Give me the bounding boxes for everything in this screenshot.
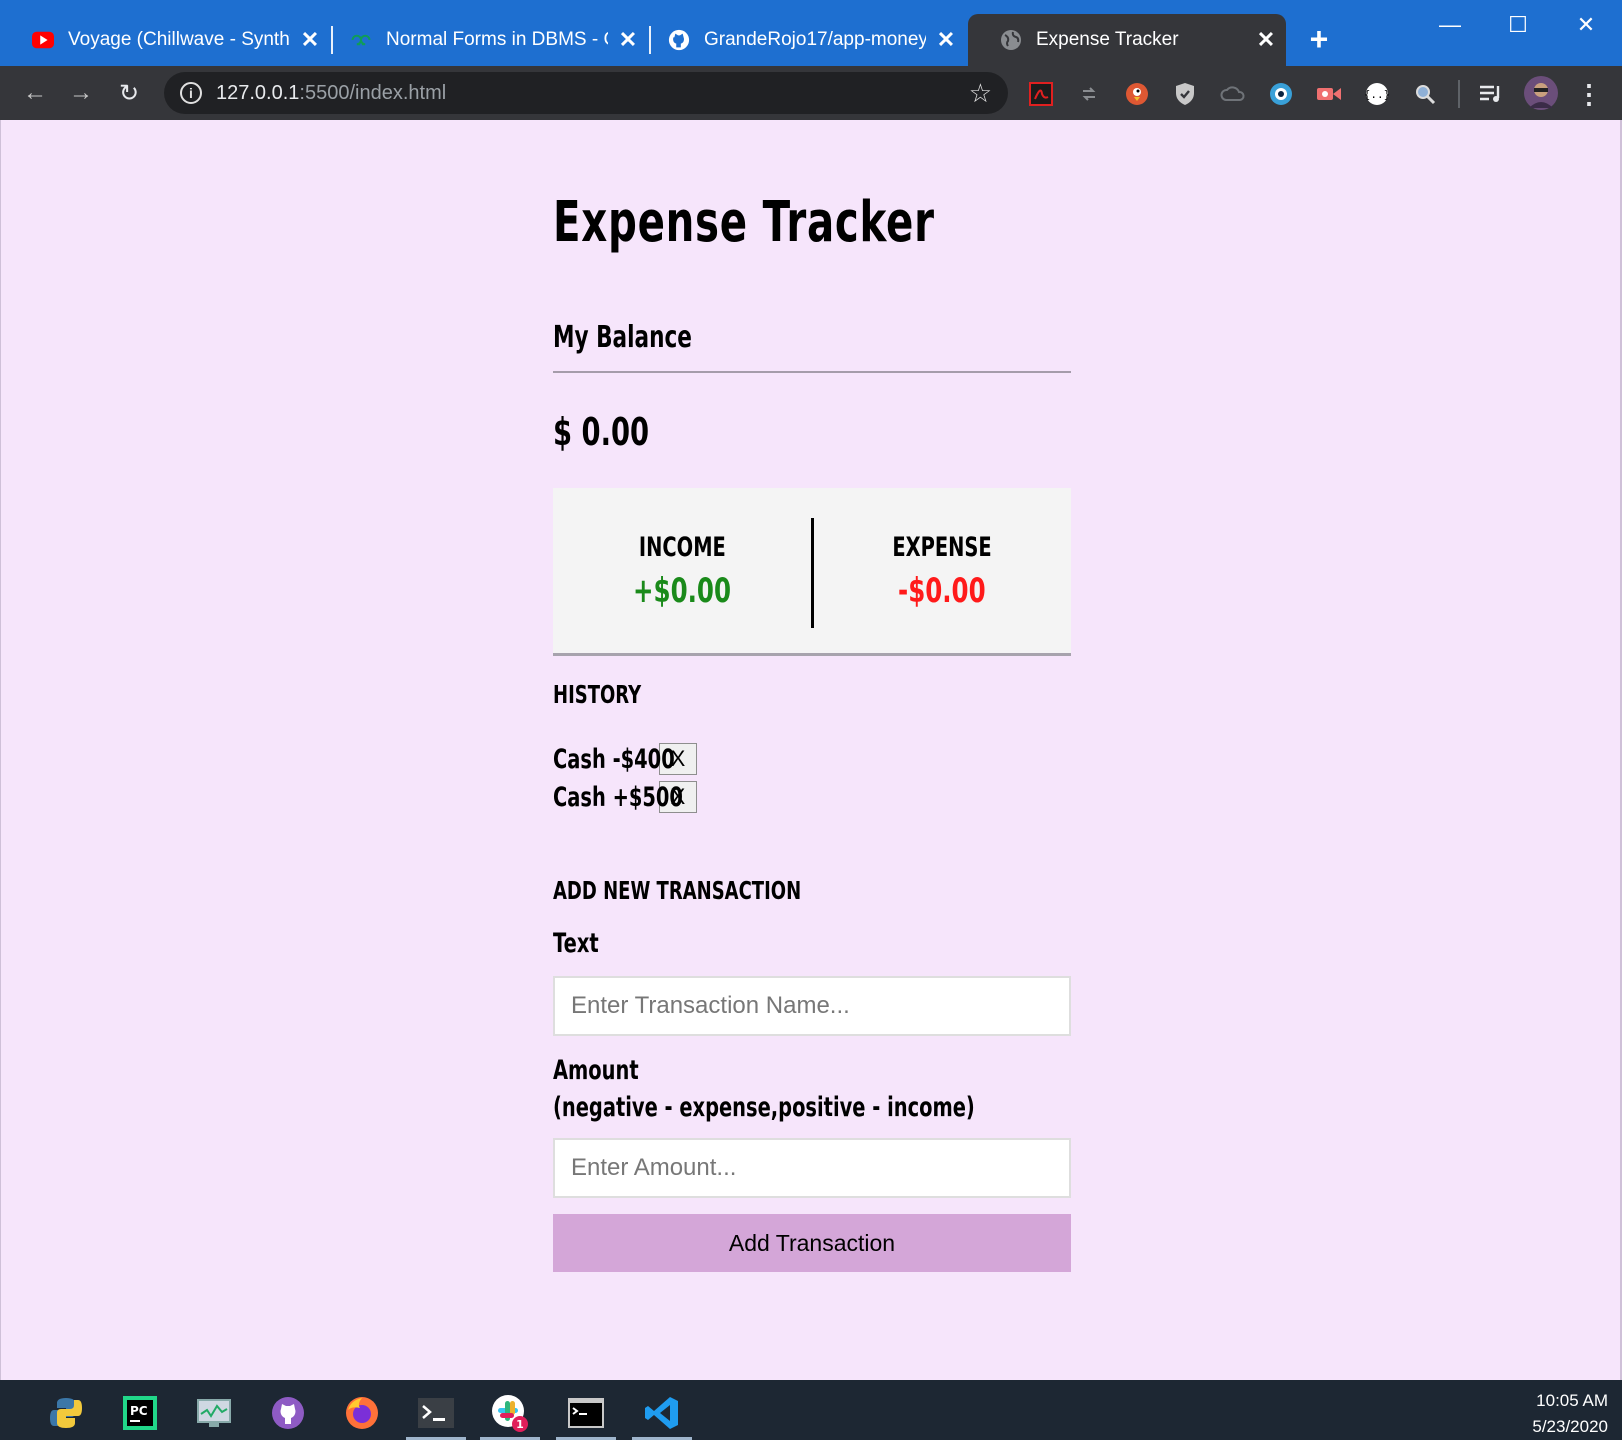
tab-title: Voyage (Chillwave - Synthwave: [68, 29, 290, 50]
income-column: INCOME +$0.00: [553, 532, 812, 611]
site-info-icon[interactable]: i: [180, 82, 202, 104]
tab-title: Expense Tracker: [1036, 29, 1179, 50]
income-value: +$0.00: [633, 571, 732, 611]
shield-icon[interactable]: [1172, 81, 1198, 107]
page-viewport: Expense Tracker My Balance $ 0.00 INCOME…: [0, 120, 1622, 1380]
expense-column: EXPENSE -$0.00: [812, 532, 1071, 611]
close-tab-icon[interactable]: ✕: [934, 27, 958, 52]
browser-tab-strip: Voyage (Chillwave - Synthwave ✕ Normal F…: [0, 0, 1622, 66]
history-heading: HISTORY: [553, 680, 642, 709]
svg-text:{..}: {..}: [1365, 88, 1389, 101]
search-extension-icon[interactable]: [1412, 81, 1438, 107]
svg-text:PC: PC: [130, 1404, 148, 1418]
maximize-icon[interactable]: ☐: [1488, 8, 1548, 42]
duckduckgo-icon[interactable]: [1124, 81, 1150, 107]
add-transaction-button[interactable]: Add Transaction: [553, 1214, 1071, 1272]
toolbar-divider: [1458, 80, 1460, 108]
tab-title: GrandeRojo17/app-money-tracker: [704, 29, 926, 50]
sync-extension-icon[interactable]: [1076, 81, 1102, 107]
amount-hint-text: (negative - expense,positive - income): [553, 1092, 975, 1123]
globe-icon: [1000, 29, 1022, 51]
tab-expense-tracker[interactable]: Expense Tracker ✕: [968, 14, 1286, 66]
amount-input[interactable]: [553, 1138, 1071, 1198]
transaction-text: Cash -$400: [553, 743, 675, 775]
tab-github[interactable]: GrandeRojo17/app-money-tracker ✕: [636, 14, 966, 66]
income-label: INCOME: [639, 532, 726, 563]
pycharm-icon[interactable]: PC: [110, 1386, 170, 1440]
tab-youtube[interactable]: Voyage (Chillwave - Synthwave ✕: [0, 14, 330, 66]
menu-kebab-icon[interactable]: ⋮: [1576, 79, 1602, 109]
eye-extension-icon[interactable]: [1268, 81, 1294, 107]
tab-geeksforgeeks[interactable]: Normal Forms in DBMS - GeeksforGeeks ✕: [318, 14, 648, 66]
command-prompt-icon[interactable]: [556, 1386, 616, 1440]
github-icon: [668, 29, 690, 51]
video-extension-icon[interactable]: [1316, 81, 1342, 107]
back-arrow-icon[interactable]: ←: [18, 76, 52, 110]
pdf-extension-icon[interactable]: [1028, 81, 1054, 107]
clock-time: 10:05 AM: [1536, 1391, 1608, 1410]
youtube-icon: [32, 29, 54, 51]
tab-title: Normal Forms in DBMS - GeeksforGeeks: [386, 29, 608, 50]
expense-label: EXPENSE: [891, 532, 992, 563]
json-extension-icon[interactable]: {..}: [1364, 81, 1390, 107]
list-item: Cash +$500 X: [553, 778, 697, 816]
slack-icon[interactable]: 1: [480, 1386, 540, 1440]
income-expense-summary: INCOME +$0.00 EXPENSE -$0.00: [553, 488, 1071, 656]
text-field-label: Text: [553, 928, 599, 959]
close-tab-icon[interactable]: ✕: [1254, 27, 1278, 52]
transaction-text: Cash +$500: [553, 781, 683, 813]
amount-label-text: Amount: [553, 1055, 639, 1086]
firefox-icon[interactable]: [332, 1386, 392, 1440]
vscode-icon[interactable]: [632, 1386, 692, 1440]
taskbar-clock[interactable]: 10:05 AM 5/23/2020: [1532, 1388, 1608, 1440]
list-item: Cash -$400 X: [553, 740, 697, 778]
transaction-name-input[interactable]: [553, 976, 1071, 1036]
balance-value: $ 0.00: [553, 410, 650, 454]
resource-monitor-icon[interactable]: [184, 1386, 244, 1440]
expense-value: -$0.00: [897, 571, 986, 611]
close-window-icon[interactable]: ✕: [1556, 8, 1616, 42]
url-text: 127.0.0.1:5500/index.html: [216, 82, 446, 105]
forward-arrow-icon[interactable]: →: [64, 76, 98, 110]
github-desktop-icon[interactable]: [258, 1386, 318, 1440]
new-tab-button[interactable]: +: [1302, 22, 1336, 56]
reload-icon[interactable]: ↻: [112, 76, 146, 110]
add-transaction-heading: ADD NEW TRANSACTION: [553, 876, 802, 905]
python-icon[interactable]: [36, 1386, 96, 1440]
divider: [553, 371, 1071, 373]
slack-badge: 1: [516, 1418, 524, 1431]
minimize-icon[interactable]: —: [1420, 8, 1480, 42]
geeksforgeeks-icon: [350, 29, 372, 51]
terminal-icon[interactable]: [406, 1386, 466, 1440]
page-title: Expense Tracker: [553, 190, 935, 255]
cloud-extension-icon[interactable]: [1220, 81, 1246, 107]
bookmark-star-icon[interactable]: ☆: [969, 78, 992, 109]
windows-taskbar: PC 1 10:05 AM 5/23/2020: [0, 1380, 1622, 1440]
url-path: :5500/index.html: [299, 82, 447, 104]
browser-toolbar: ← → ↻ i 127.0.0.1:5500/index.html ☆ {..}…: [0, 66, 1622, 120]
media-queue-icon[interactable]: [1478, 81, 1504, 107]
amount-field-label: Amount (negative - expense,positive - in…: [553, 1052, 1139, 1126]
clock-date: 5/23/2020: [1532, 1417, 1608, 1436]
avatar[interactable]: [1524, 76, 1558, 110]
address-bar[interactable]: i 127.0.0.1:5500/index.html ☆: [164, 72, 1008, 114]
history-list: Cash -$400 X Cash +$500 X: [553, 740, 697, 816]
balance-label: My Balance: [553, 320, 692, 355]
url-host: 127.0.0.1: [216, 82, 300, 104]
